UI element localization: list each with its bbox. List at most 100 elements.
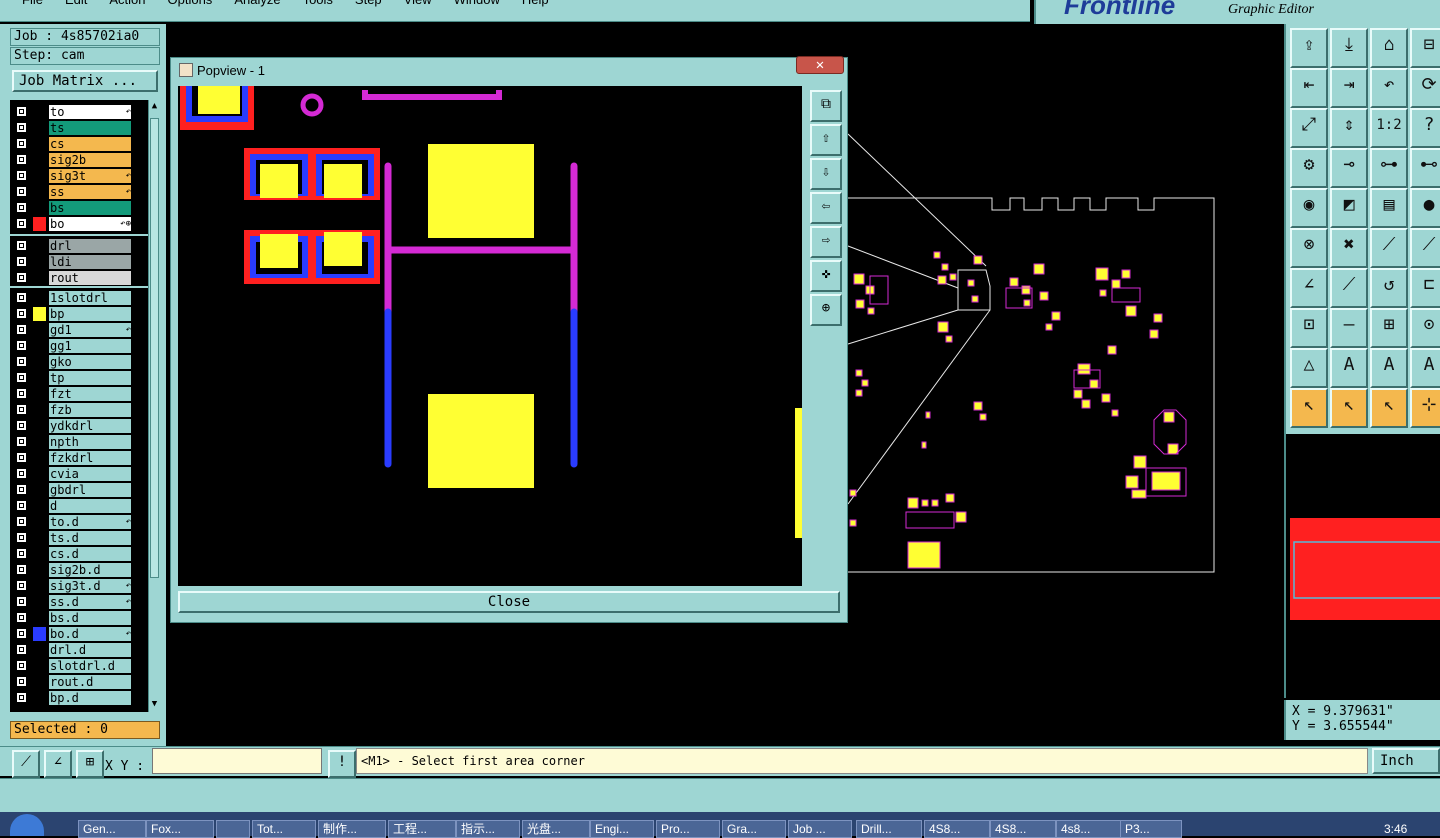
minus-icon[interactable]: — [1330,308,1368,348]
layer-name[interactable]: ss ↶ [49,185,131,199]
menu-item-action[interactable]: Action [109,0,145,7]
zoom-vertical-icon[interactable]: ⇕ [1330,108,1368,148]
layer-color-swatch[interactable] [33,451,46,465]
layer-name[interactable]: gbdrl [49,483,131,497]
layer-row[interactable]: bo ↶⊕ [10,216,148,232]
layer-checkbox[interactable] [17,187,26,196]
layer-name[interactable]: ydkdrl [49,419,131,433]
layer-name[interactable]: sig3t ↶ [49,169,131,183]
taskbar-button[interactable]: Drill... [856,820,922,838]
layer-checkbox[interactable] [17,107,26,116]
pan-down-icon[interactable]: ⇩ [810,158,842,190]
layer-color-swatch[interactable] [33,239,46,253]
layer-color-swatch[interactable] [33,153,46,167]
layer-color-swatch[interactable] [33,531,46,545]
layer-checkbox[interactable] [17,389,26,398]
layer-color-swatch[interactable] [33,675,46,689]
layer-name[interactable]: gg1 [49,339,131,353]
pair-icon[interactable]: ⊙ [1410,308,1440,348]
unit-select[interactable]: Inch [1372,748,1440,774]
angle-icon[interactable]: ∠ [44,750,72,778]
layer-row[interactable]: tp [10,370,148,386]
layer-row[interactable]: sig2b.d [10,562,148,578]
layer-name[interactable]: ldi [49,255,131,269]
layer-row[interactable]: bs.d [10,610,148,626]
main-canvas[interactable] [846,24,1284,744]
layer-row[interactable]: ss.d ↶ [10,594,148,610]
layer-row[interactable]: ydkdrl [10,418,148,434]
help-icon[interactable]: ? [1410,108,1440,148]
layer-name[interactable]: fzb [49,403,131,417]
last-icon[interactable]: ⇥ [1330,68,1368,108]
layer-color-swatch[interactable] [33,323,46,337]
layer-color-swatch[interactable] [33,201,46,215]
taskbar-button[interactable]: 4S8... [924,820,990,838]
pan-up-icon[interactable]: ⇧ [810,124,842,156]
layer-checkbox[interactable] [17,629,26,638]
layer-name[interactable]: bs [49,201,131,215]
menu-item-tools[interactable]: Tools [303,0,333,7]
layer-color-swatch[interactable] [33,105,46,119]
layer-checkbox[interactable] [17,549,26,558]
layer-row[interactable]: bp.d [10,690,148,706]
layer-name[interactable]: to.d ↶ [49,515,131,529]
menu-item-help[interactable]: Help [522,0,549,7]
layer-row[interactable]: rout.d [10,674,148,690]
pointer-a-icon[interactable]: ↖ [1290,388,1328,428]
taskbar-button[interactable]: 工程... [388,820,456,838]
scroll-up-icon[interactable]: ▲ [150,100,159,112]
layer-row[interactable]: sig2b [10,152,148,168]
layer-row[interactable]: d [10,498,148,514]
layer-row[interactable]: to ↶ [10,104,148,120]
menu-item-window[interactable]: Window [454,0,500,7]
layer-name[interactable]: drl.d [49,643,131,657]
layer-name[interactable]: tp [49,371,131,385]
layer-row[interactable]: cvia [10,466,148,482]
layer-color-swatch[interactable] [33,169,46,183]
select-area-icon[interactable]: ◩ [1330,188,1368,228]
net-b-icon[interactable]: ⊷ [1410,148,1440,188]
layer-color-swatch[interactable] [33,403,46,417]
settings-icon[interactable]: ⚙ [1290,148,1328,188]
layer-color-swatch[interactable] [33,185,46,199]
layer-color-swatch[interactable] [33,255,46,269]
layer-checkbox[interactable] [17,257,26,266]
layer-color-swatch[interactable] [33,467,46,481]
taskbar-button[interactable]: 光盘... [522,820,590,838]
layer-color-swatch[interactable] [33,627,46,641]
layer-checkbox[interactable] [17,597,26,606]
window-icon[interactable]: ⊟ [1410,28,1440,68]
layer-name[interactable]: bp [49,307,131,321]
layer-color-swatch[interactable] [33,339,46,353]
layer-checkbox[interactable] [17,123,26,132]
taskbar-button[interactable]: 4s8... [1056,820,1122,838]
layer-name[interactable]: npth [49,435,131,449]
layer-checkbox[interactable] [17,373,26,382]
taskbar-button[interactable]: Fox... [146,820,214,838]
layer-row[interactable]: ts [10,120,148,136]
layer-name[interactable]: ts [49,121,131,135]
layer-checkbox[interactable] [17,171,26,180]
menu-item-view[interactable]: View [404,0,432,7]
layer-color-swatch[interactable] [33,291,46,305]
exclaim-icon[interactable]: ! [328,750,356,778]
layer-row[interactable]: ts.d [10,530,148,546]
fence-icon[interactable]: ⊏ [1410,268,1440,308]
layer-color-swatch[interactable] [33,659,46,673]
layer-checkbox[interactable] [17,293,26,302]
layer-checkbox[interactable] [17,203,26,212]
layer-color-swatch[interactable] [33,217,46,231]
menu-item-edit[interactable]: Edit [65,0,87,7]
home-icon[interactable]: ⌂ [1370,28,1408,68]
layer-row[interactable]: ldi [10,254,148,270]
layer-color-swatch[interactable] [33,579,46,593]
layer-checkbox[interactable] [17,565,26,574]
layer-checkbox[interactable] [17,533,26,542]
undo-icon[interactable]: ↶ [1370,68,1408,108]
layer-checkbox[interactable] [17,325,26,334]
layer-color-swatch[interactable] [33,595,46,609]
layer-name[interactable]: bo ↶⊕ [49,217,131,231]
layer-checkbox[interactable] [17,155,26,164]
layer-row[interactable]: fzkdrl [10,450,148,466]
slash-icon[interactable]: ⟋ [1330,268,1368,308]
